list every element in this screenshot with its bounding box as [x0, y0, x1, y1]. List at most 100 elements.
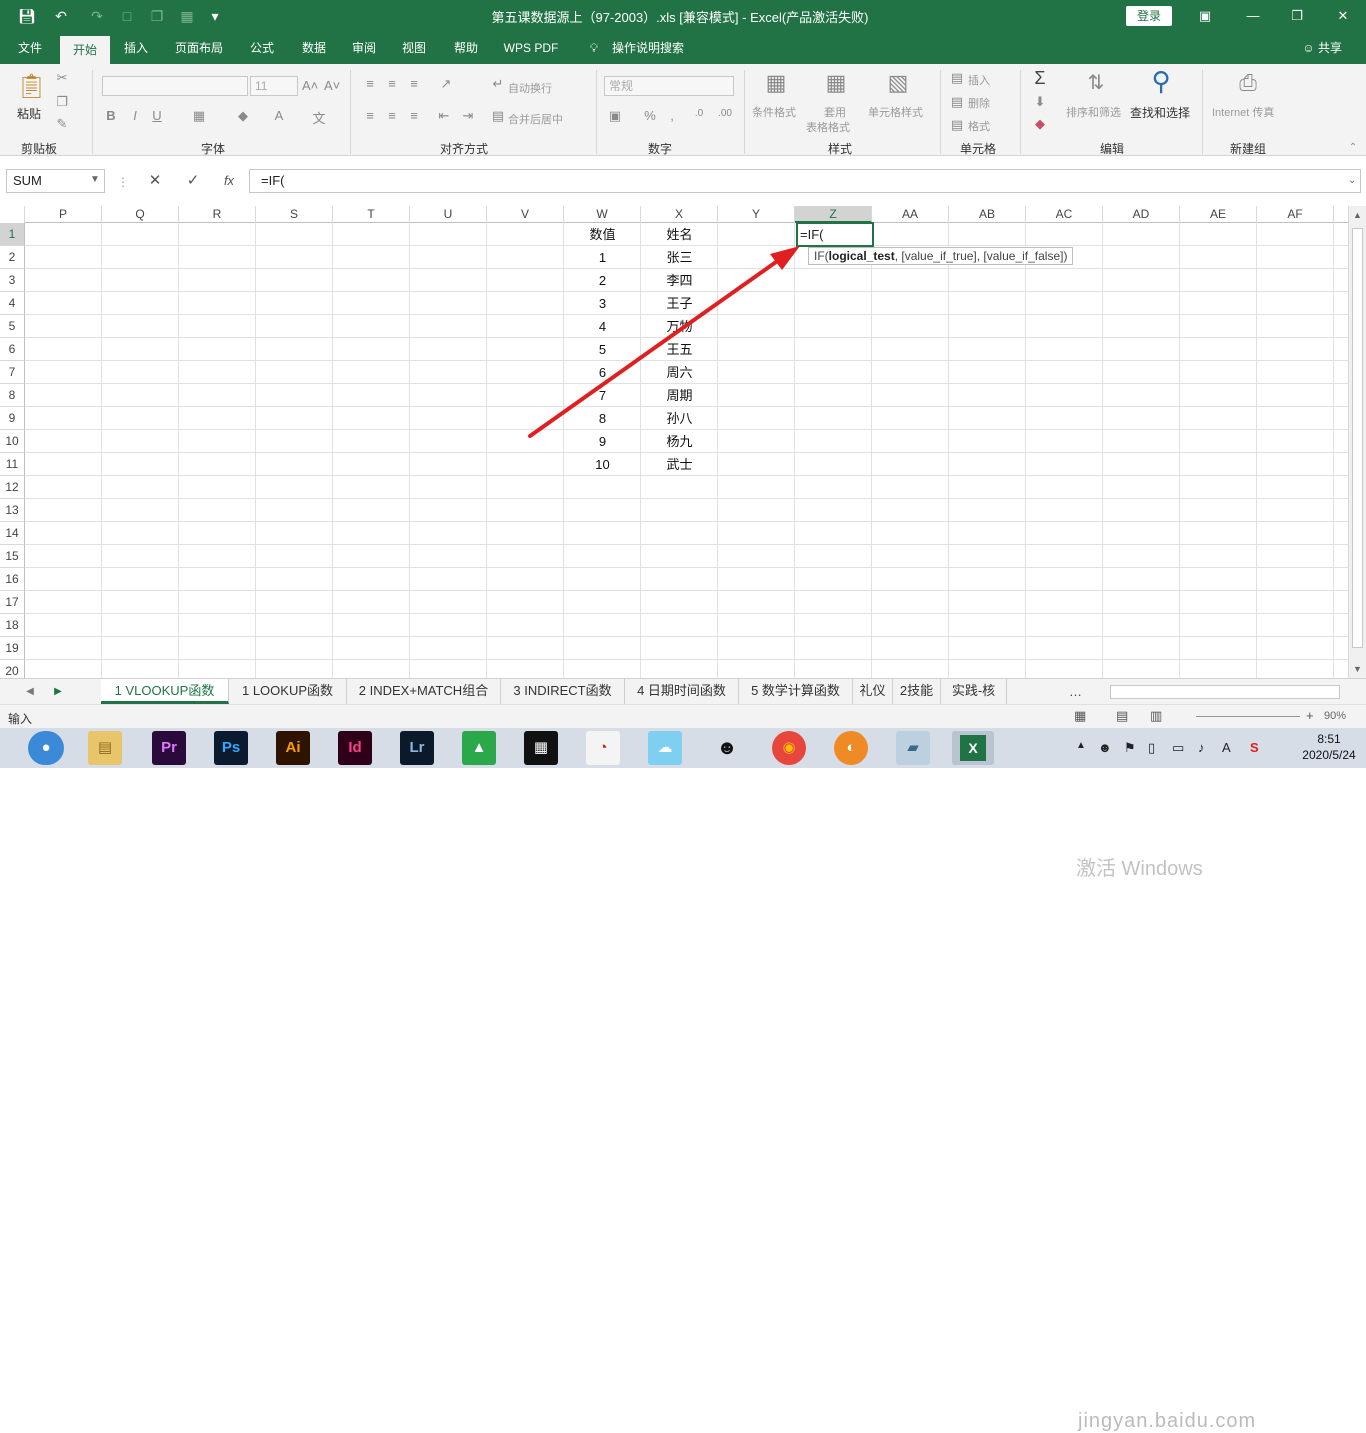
align-top-icon[interactable]: ≡: [362, 76, 378, 91]
sheet-tab[interactable]: 4 日期时间函数: [625, 679, 739, 704]
copy-icon[interactable]: ❐: [54, 94, 70, 110]
enter-icon[interactable]: ✓: [180, 169, 206, 193]
undo-icon[interactable]: ↶: [50, 6, 72, 26]
tray-flag-icon[interactable]: ⚑: [1124, 740, 1136, 756]
tab-help[interactable]: 帮助: [444, 32, 488, 64]
sheet-tab[interactable]: 5 数学计算函数: [739, 679, 853, 704]
delete-cells-button[interactable]: 删除: [968, 95, 990, 111]
next-sheet-icon[interactable]: ▶: [48, 679, 68, 704]
font-name-select[interactable]: [102, 76, 248, 96]
name-box-dropdown-icon[interactable]: ▼: [90, 174, 100, 185]
italic-icon[interactable]: I: [128, 108, 142, 123]
format-table-label-2[interactable]: 表格格式: [806, 119, 850, 135]
file-explorer-icon[interactable]: ▤: [88, 731, 122, 765]
bold-icon[interactable]: B: [104, 108, 118, 123]
tray-expand-icon[interactable]: ▲: [1076, 740, 1086, 751]
scroll-up-icon[interactable]: ▲: [1353, 210, 1362, 220]
prev-sheet-icon[interactable]: ◀: [20, 679, 40, 704]
network-icon[interactable]: ▭: [1172, 740, 1184, 756]
fill-color-icon[interactable]: ◆: [234, 108, 252, 124]
expand-formula-icon[interactable]: ⌄: [1348, 175, 1356, 186]
indesign-icon[interactable]: Id: [338, 731, 372, 765]
ribbon-display-icon[interactable]: ▣: [1192, 6, 1218, 26]
accounting-icon[interactable]: ▣: [606, 108, 624, 124]
tab-home[interactable]: 开始: [60, 36, 110, 64]
sogou-icon[interactable]: S: [1250, 740, 1259, 755]
sort-filter-button[interactable]: 排序和筛选: [1066, 104, 1121, 120]
increase-font-icon[interactable]: A˄: [302, 78, 318, 93]
horizontal-scrollbar[interactable]: [1110, 685, 1340, 699]
tab-insert[interactable]: 插入: [114, 32, 158, 64]
insert-cells-button[interactable]: 插入: [968, 72, 990, 88]
decrease-indent-icon[interactable]: ⇤: [436, 108, 452, 124]
format-cells-button[interactable]: 格式: [968, 118, 990, 134]
insert-function-icon[interactable]: fx: [216, 169, 242, 193]
tab-view[interactable]: 视图: [392, 32, 436, 64]
decrease-decimal-icon[interactable]: .00: [716, 108, 734, 119]
table-icon[interactable]: ▦: [176, 6, 198, 26]
tell-me-search[interactable]: 操作说明搜索: [608, 32, 688, 64]
wrap-text-button[interactable]: 自动换行: [508, 80, 552, 96]
phonetic-icon[interactable]: 文: [310, 108, 328, 127]
clear-icon[interactable]: ◆: [1030, 116, 1050, 132]
qq-icon[interactable]: ☻: [710, 731, 744, 765]
close-icon[interactable]: ✕: [1330, 6, 1356, 26]
chat-app-icon[interactable]: ☁: [648, 731, 682, 765]
align-bottom-icon[interactable]: ≡: [406, 76, 422, 91]
normal-view-icon[interactable]: ▦: [1074, 708, 1086, 724]
vertical-scrollbar[interactable]: ▲ ▼: [1348, 206, 1366, 678]
share-button[interactable]: ☺ 共享: [1302, 32, 1342, 64]
autosum-icon[interactable]: Σ: [1030, 68, 1050, 89]
fill-icon[interactable]: ⬇: [1030, 94, 1050, 110]
number-format-select[interactable]: 常规: [604, 76, 734, 96]
border-icon[interactable]: ▦: [190, 108, 208, 124]
premiere-icon[interactable]: Pr: [152, 731, 186, 765]
tool-app-icon[interactable]: ▰: [896, 731, 930, 765]
scroll-down-icon[interactable]: ▼: [1353, 664, 1362, 674]
tab-page-layout[interactable]: 页面布局: [166, 32, 232, 64]
align-center-icon[interactable]: ≡: [384, 108, 400, 123]
excel-taskbar-icon[interactable]: X: [952, 731, 994, 765]
tab-formulas[interactable]: 公式: [240, 32, 284, 64]
drag-handle-icon[interactable]: ⋮: [117, 175, 129, 189]
formula-input[interactable]: =IF(: [249, 169, 1361, 193]
browser2-icon[interactable]: ◐: [834, 731, 868, 765]
increase-decimal-icon[interactable]: .0: [690, 108, 708, 119]
tray-qq-icon[interactable]: ☻: [1098, 740, 1112, 755]
customize-qat-icon[interactable]: ▾: [204, 6, 226, 26]
increase-indent-icon[interactable]: ⇥: [460, 108, 476, 124]
percent-icon[interactable]: %: [642, 108, 658, 123]
font-size-select[interactable]: 11: [250, 76, 298, 96]
media-app-icon[interactable]: ◔: [586, 731, 620, 765]
internet-fax-button[interactable]: Internet 传真: [1212, 104, 1274, 120]
paste-icon[interactable]: 📋︎: [16, 72, 46, 100]
underline-icon[interactable]: U: [150, 108, 164, 123]
cancel-icon[interactable]: ✕: [142, 169, 168, 193]
conditional-format-button[interactable]: 条件格式: [752, 104, 796, 120]
tab-review[interactable]: 审阅: [342, 32, 386, 64]
align-right-icon[interactable]: ≡: [406, 108, 422, 123]
page-break-icon[interactable]: ▥: [1150, 708, 1162, 724]
decrease-font-icon[interactable]: A˅: [324, 78, 340, 93]
tray-battery-icon[interactable]: ▯: [1148, 740, 1155, 756]
tab-file[interactable]: 文件: [8, 32, 52, 64]
browser-app-icon[interactable]: ●: [28, 731, 64, 765]
new-file-icon[interactable]: □: [116, 6, 138, 26]
cut-icon[interactable]: ✂: [54, 70, 70, 86]
volume-icon[interactable]: ♪: [1198, 740, 1205, 755]
format-painter-icon[interactable]: ✎: [54, 116, 70, 132]
illustrator-icon[interactable]: Ai: [276, 731, 310, 765]
merge-center-button[interactable]: 合并后居中: [508, 111, 563, 127]
format-table-label-1[interactable]: 套用: [824, 104, 846, 120]
tab-wps-pdf[interactable]: WPS PDF: [496, 32, 566, 64]
more-sheets-icon[interactable]: …: [1069, 684, 1082, 699]
redo-icon[interactable]: ↷: [86, 6, 108, 26]
sheet-tab[interactable]: 3 INDIRECT函数: [501, 679, 625, 704]
restore-icon[interactable]: ❐: [1284, 6, 1310, 26]
minimize-icon[interactable]: —: [1240, 6, 1266, 26]
save-icon[interactable]: 💾︎: [16, 6, 38, 26]
input-method-icon[interactable]: A: [1222, 740, 1231, 755]
login-button[interactable]: 登录: [1126, 6, 1172, 26]
align-middle-icon[interactable]: ≡: [384, 76, 400, 91]
comma-icon[interactable]: ,: [664, 108, 680, 123]
